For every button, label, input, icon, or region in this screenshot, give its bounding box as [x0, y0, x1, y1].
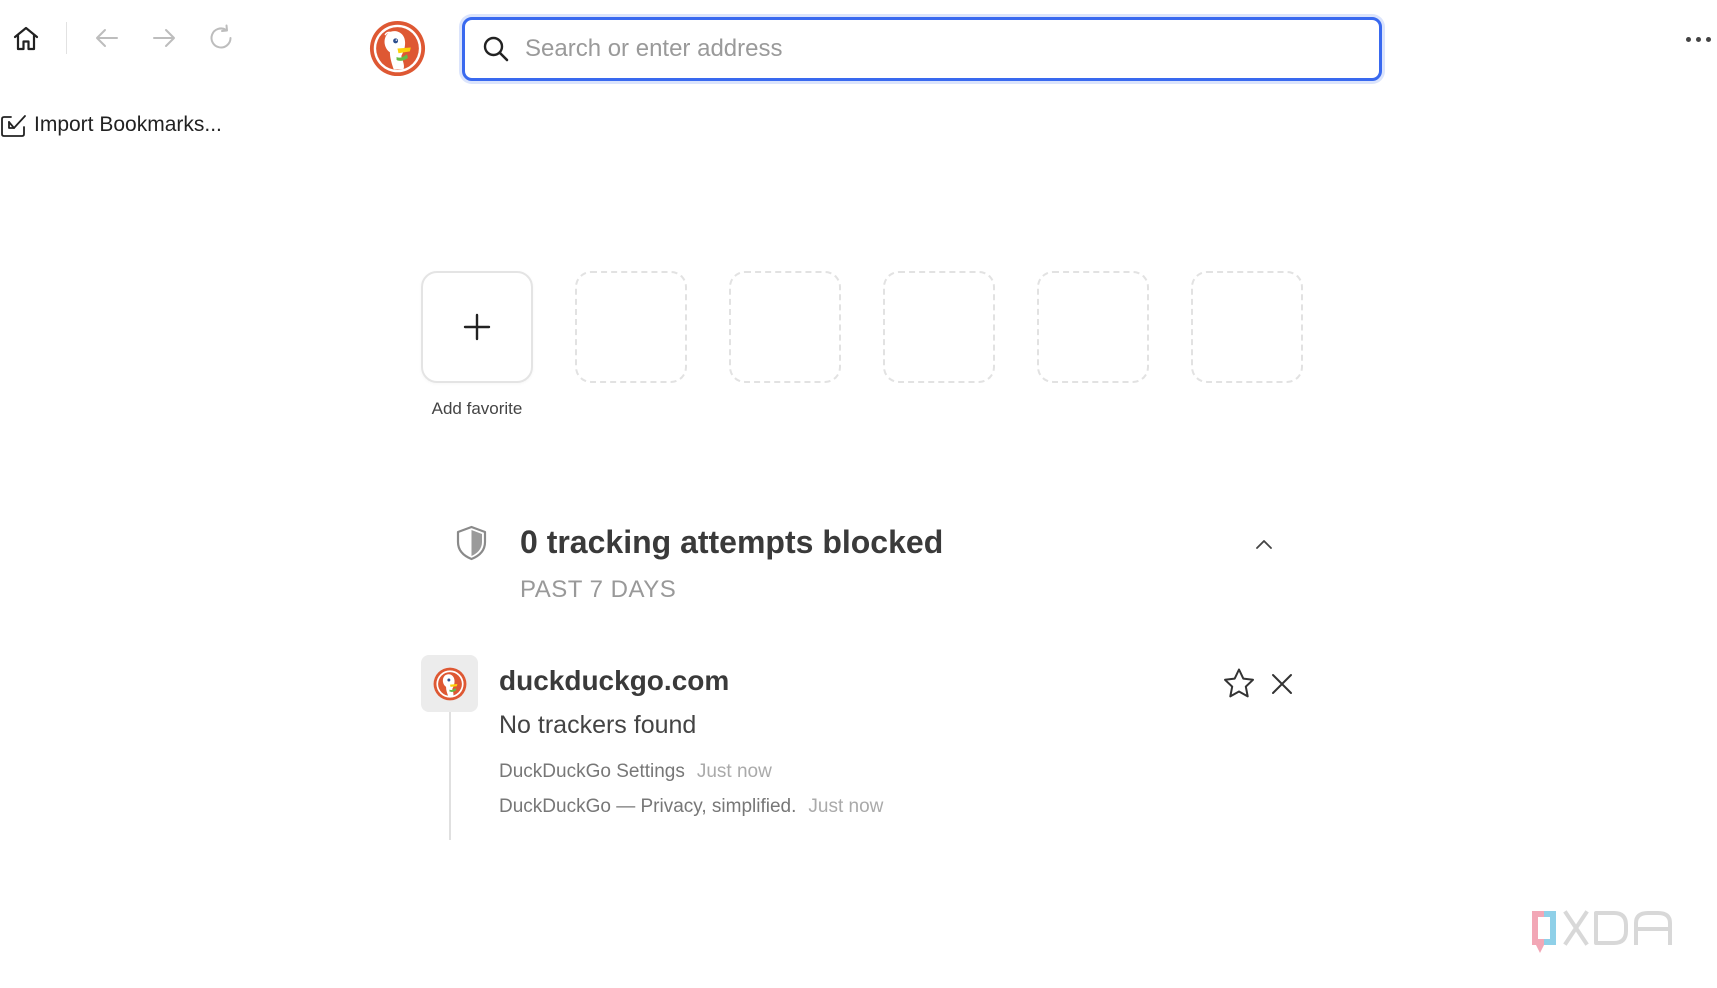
more-menu-button[interactable] [1680, 22, 1716, 56]
favorite-slot-empty [729, 271, 841, 383]
history-link[interactable]: DuckDuckGo Settings Just now [499, 761, 772, 783]
duckduckgo-favicon-icon [433, 667, 466, 700]
history-link[interactable]: DuckDuckGo — Privacy, simplified. Just no… [499, 796, 883, 818]
history-link-title: DuckDuckGo — Privacy, simplified. [499, 796, 797, 817]
history-link-time: Just now [696, 761, 772, 782]
tracking-period-subtitle: PAST 7 DAYS [520, 576, 677, 603]
duckduckgo-logo[interactable] [369, 20, 426, 77]
address-bar[interactable] [462, 17, 1382, 81]
tracker-status: No trackers found [499, 711, 697, 739]
add-favorite-label: Add favorite [431, 399, 523, 418]
history-link-time: Just now [808, 796, 884, 817]
import-bookmarks-label: Import Bookmarks... [34, 113, 222, 136]
chevron-up-icon [1256, 540, 1272, 549]
favorite-slot-empty [1037, 271, 1149, 383]
tracking-count-title: 0 tracking attempts blocked [520, 524, 944, 560]
back-arrow-icon [96, 29, 118, 47]
site-domain[interactable]: duckduckgo.com [499, 665, 729, 697]
import-bookmarks-button[interactable]: Import Bookmarks... [0, 108, 222, 142]
favorite-slot-empty [1191, 271, 1303, 383]
favorite-slot-empty [883, 271, 995, 383]
back-button[interactable] [87, 18, 127, 58]
site-favicon [421, 655, 478, 712]
history-timeline-line [449, 712, 451, 840]
add-favorite-button[interactable] [421, 271, 533, 383]
home-icon [13, 26, 39, 51]
browser-toolbar [0, 0, 1717, 100]
menu-dot [1695, 36, 1701, 42]
forward-arrow-icon [153, 29, 175, 47]
history-link-title: DuckDuckGo Settings [499, 761, 685, 782]
favorite-slot-empty [575, 271, 687, 383]
menu-dot [1705, 36, 1711, 42]
shield-icon [456, 525, 487, 561]
search-icon [483, 36, 509, 62]
search-input[interactable] [525, 35, 1345, 63]
plus-icon [463, 313, 491, 341]
xda-watermark-logo [1532, 910, 1672, 953]
star-icon[interactable] [1221, 666, 1257, 702]
import-icon [1, 115, 26, 137]
reload-button[interactable] [201, 18, 241, 58]
home-button[interactable] [6, 18, 46, 58]
collapse-button[interactable] [1247, 528, 1281, 562]
reload-icon [210, 24, 232, 49]
more-menu-icon [1685, 36, 1691, 42]
forward-button[interactable] [144, 18, 184, 58]
recent-activity-item: duckduckgo.com No trackers found DuckDuc… [421, 655, 1301, 845]
close-icon[interactable] [1267, 669, 1297, 699]
toolbar-divider [66, 22, 67, 54]
